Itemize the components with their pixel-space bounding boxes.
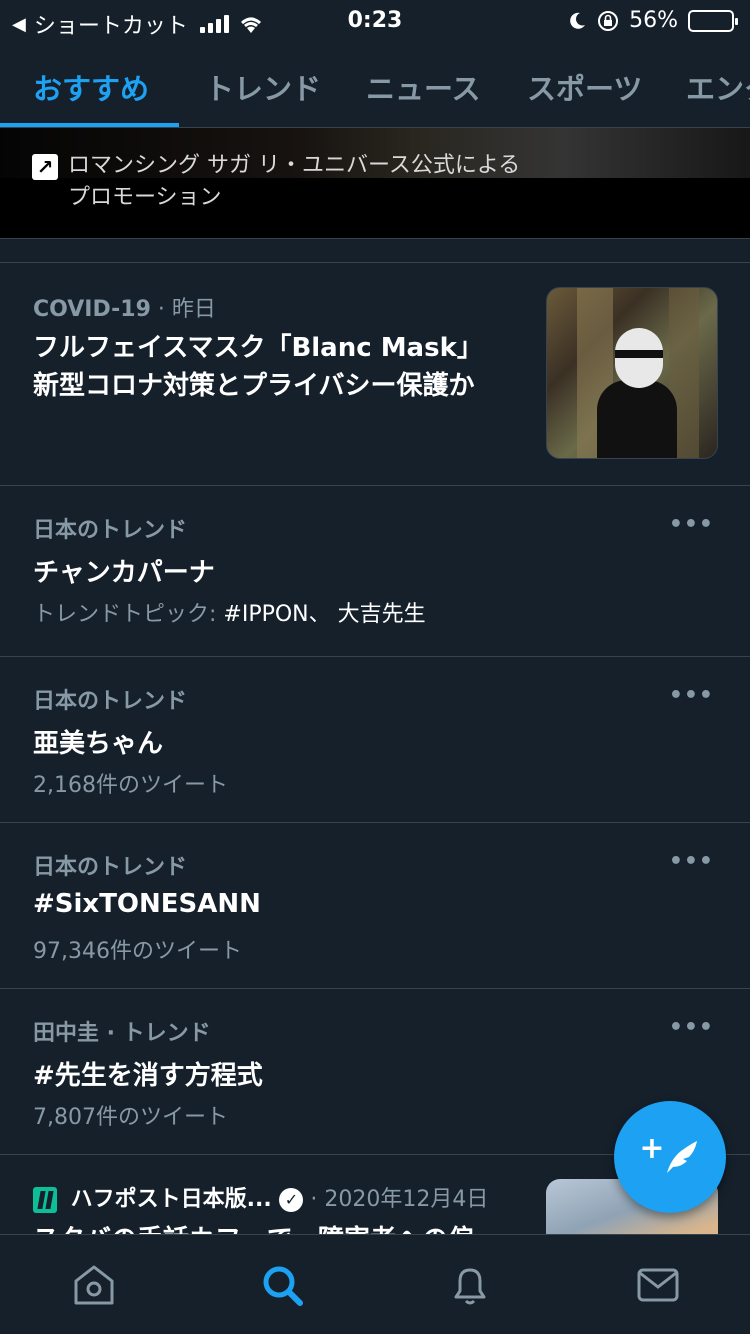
promo-label: ロマンシング サガ リ・ユニバース公式による プロモーション <box>68 153 521 210</box>
notifications-bell-icon[interactable] <box>448 1263 492 1307</box>
news-item[interactable]: COVID-19 · 昨日 フルフェイスマスク「Blanc Mask」 新型コロ… <box>0 263 750 486</box>
trend-context: 日本のトレンド <box>33 855 188 880</box>
tweet-count: 97,346件のツイート <box>33 939 242 964</box>
news-title: スタバの手話カフェで、障害者への偏 <box>33 1219 474 1234</box>
tab-news[interactable]: ニュース <box>366 66 481 108</box>
messages-envelope-icon[interactable] <box>636 1263 680 1307</box>
more-options-icon[interactable]: ••• <box>669 683 714 708</box>
battery-percent: 56% <box>629 8 678 33</box>
trend-item[interactable]: 日本のトレンド ••• 亜美ちゃん 2,168件のツイート <box>0 657 750 823</box>
trend-item[interactable]: 日本のトレンド ••• チャンカパーナ トレンドトピック: #IPPON、 大吉… <box>0 486 750 657</box>
more-options-icon[interactable]: ••• <box>669 1015 714 1040</box>
tab-recommended[interactable]: おすすめ <box>33 66 149 108</box>
verified-badge-icon: ✓ <box>279 1188 304 1212</box>
news-thumbnail <box>546 287 718 459</box>
trend-title: 亜美ちゃん <box>33 729 164 759</box>
news-meta: COVID-19 · 昨日 <box>33 297 216 322</box>
battery-icon <box>688 9 738 32</box>
active-tab-indicator <box>0 123 179 127</box>
trend-context: 日本のトレンド <box>33 518 188 543</box>
home-icon[interactable] <box>72 1263 116 1307</box>
trend-item[interactable]: 日本のトレンド ••• #SixTONESANN 97,346件のツイート <box>0 823 750 989</box>
tab-entertainment[interactable]: エンタ <box>686 66 750 108</box>
tab-sports[interactable]: スポーツ <box>527 66 642 108</box>
feather-icon <box>666 1141 697 1173</box>
trend-title: #先生を消す方程式 <box>33 1061 263 1091</box>
trend-context: 田中圭 · トレンド <box>33 1021 211 1046</box>
explore-tabs: おすすめ トレンド ニュース スポーツ エンタ <box>0 42 750 128</box>
rotation-lock-icon <box>598 10 619 31</box>
news-title: フルフェイスマスク「Blanc Mask」 新型コロナ対策とプライバシー保護か <box>33 333 483 401</box>
moon-icon <box>570 12 586 29</box>
bottom-navigation <box>0 1234 750 1334</box>
more-options-icon[interactable]: ••• <box>669 512 714 537</box>
tweet-count: 7,807件のツイート <box>33 1105 228 1130</box>
more-options-icon[interactable]: ••• <box>669 849 714 874</box>
status-bar: ◀ ショートカット 0:23 56% <box>0 0 750 42</box>
huffpost-logo-icon <box>33 1187 57 1213</box>
promoted-banner[interactable]: ↗ ロマンシング サガ リ・ユニバース公式による プロモーション <box>0 128 750 238</box>
tweet-count: 2,168件のツイート <box>33 773 228 798</box>
compose-tweet-button[interactable]: + <box>614 1101 726 1213</box>
promoted-arrow-icon: ↗ <box>32 154 58 180</box>
tab-trends[interactable]: トレンド <box>205 66 321 108</box>
trend-title: チャンカパーナ <box>33 558 215 588</box>
section-divider <box>0 238 750 263</box>
trend-detail: トレンドトピック: #IPPON、 大吉先生 <box>33 602 426 627</box>
news-source: ハフポスト日本版... ✓ · 2020年12月4日 <box>33 1181 488 1213</box>
trend-context: 日本のトレンド <box>33 689 188 714</box>
search-icon[interactable] <box>260 1263 304 1307</box>
trend-title: #SixTONESANN <box>33 889 261 919</box>
